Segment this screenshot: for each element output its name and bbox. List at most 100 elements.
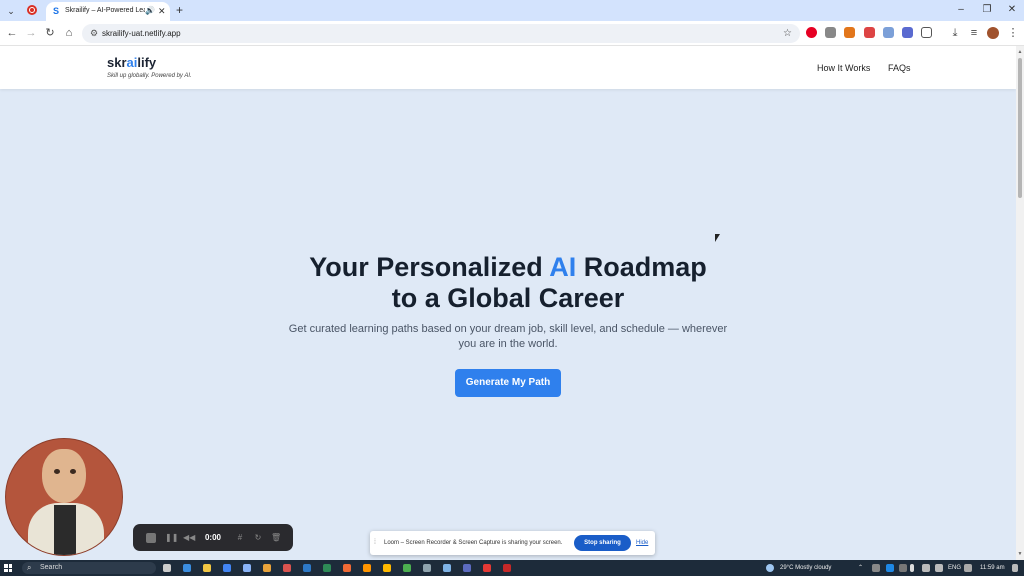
language-indicator[interactable]: ENG <box>948 563 961 573</box>
screen: ⌄ S Skrailify – AI-Powered Learn 🔊 ✕ + –… <box>0 0 1024 576</box>
site-logo[interactable]: skrailify <box>107 55 156 71</box>
pause-icon[interactable]: ❚❚ <box>165 531 178 544</box>
browser-tabstrip: ⌄ S Skrailify – AI-Powered Learn 🔊 ✕ + –… <box>0 0 1024 21</box>
tray-app-icon[interactable] <box>886 564 894 572</box>
site-tagline: Skill up globally. Powered by AI. <box>107 73 192 79</box>
profile-avatar[interactable] <box>987 27 999 39</box>
arrow-extension-icon[interactable] <box>883 27 894 38</box>
stop-sharing-button[interactable]: Stop sharing <box>574 535 631 551</box>
pdf-icon[interactable] <box>503 564 511 572</box>
minimize-icon[interactable]: – <box>953 3 969 17</box>
recording-indicator-icon[interactable] <box>27 5 37 15</box>
notification-icon[interactable] <box>1012 564 1018 572</box>
logo-text-ai: ai <box>126 55 138 70</box>
app-icon[interactable] <box>483 564 491 572</box>
stop-recording-icon[interactable] <box>146 533 156 543</box>
restore-icon[interactable]: ❐ <box>979 3 995 17</box>
hero-title: Your Personalized AI Roadmap to a Global… <box>200 252 816 314</box>
app-icon[interactable] <box>443 564 451 572</box>
loom-extension-icon[interactable] <box>902 27 913 38</box>
taskbar-search[interactable]: ⌕ Search <box>22 562 156 574</box>
scroll-down-icon[interactable]: ▼ <box>1016 550 1024 558</box>
nav-how-it-works[interactable]: How It Works <box>817 62 870 74</box>
webcam-person-eye <box>70 469 76 474</box>
close-window-icon[interactable]: ✕ <box>1004 3 1020 17</box>
webcam-bubble[interactable] <box>5 438 123 556</box>
rewind-icon[interactable]: ◀◀ <box>183 531 195 544</box>
app-icon[interactable] <box>383 564 391 572</box>
wifi-icon[interactable] <box>922 564 930 572</box>
tray-chevron-icon[interactable]: ⌃ <box>858 563 863 573</box>
edge-icon[interactable] <box>183 564 191 572</box>
scroll-up-icon[interactable]: ▲ <box>1016 48 1024 56</box>
site-info-icon[interactable]: ⚙ <box>90 27 98 40</box>
weather-icon[interactable] <box>766 564 774 572</box>
puzzle-extensions-icon[interactable] <box>921 27 932 38</box>
notepad-icon[interactable] <box>243 564 251 572</box>
tray-app-icon[interactable] <box>899 564 907 572</box>
loom-control-bar: ❚❚ ◀◀ 0:00 # ↻ 🗑 <box>133 524 293 551</box>
search-icon: ⌕ <box>27 563 32 572</box>
download-icon[interactable]: ⤓ <box>948 26 962 40</box>
file-explorer-icon[interactable] <box>203 564 211 572</box>
new-tab-icon[interactable]: + <box>176 3 183 17</box>
tab-search-icon[interactable]: ⌄ <box>4 4 18 18</box>
drag-handle-icon[interactable]: ⁞ <box>374 537 376 549</box>
speaker-tray-icon[interactable] <box>935 564 943 572</box>
browser-toolbar: ← → ↻ ⌂ ⚙ skrailify-uat.netlify.app ☆ ⤓ … <box>0 21 1024 46</box>
reading-list-icon[interactable]: ≡ <box>967 26 981 40</box>
brave-icon[interactable] <box>343 564 351 572</box>
mouse-cursor-icon <box>715 234 720 242</box>
windows-taskbar: ⌕ Search 29°C Mostly cloudy ⌃ ENG 11:59 … <box>0 560 1024 576</box>
app-icon[interactable] <box>463 564 471 572</box>
windows-start-icon[interactable] <box>4 564 12 572</box>
restart-icon[interactable]: ↻ <box>253 531 263 544</box>
hero-title-line2: to a Global Career <box>391 283 625 313</box>
more-menu-icon[interactable]: ⋮ <box>1006 26 1020 40</box>
recording-timer: 0:00 <box>204 533 221 542</box>
hero-subtitle: Get curated learning paths based on your… <box>288 323 728 350</box>
firefox-icon[interactable] <box>363 564 371 572</box>
back-icon[interactable]: ← <box>5 26 19 40</box>
clock[interactable]: 11:59 am <box>980 563 1005 573</box>
speaker-icon[interactable]: 🔊 <box>145 6 155 16</box>
task-view-icon[interactable] <box>163 564 171 572</box>
tab-skrailify[interactable]: S Skrailify – AI-Powered Learn 🔊 ✕ <box>46 2 170 21</box>
web-page: skrailify Skill up globally. Powered by … <box>0 46 1016 560</box>
badge-extension-icon[interactable] <box>864 27 875 38</box>
url-text: skrailify-uat.netlify.app <box>102 29 181 38</box>
address-bar[interactable]: ⚙ skrailify-uat.netlify.app ☆ <box>82 24 800 43</box>
close-tab-icon[interactable]: ✕ <box>158 5 166 17</box>
camera-extension-icon[interactable] <box>825 27 836 38</box>
webcam-person-head <box>42 449 86 503</box>
app-icon[interactable] <box>283 564 291 572</box>
hide-share-bar-link[interactable]: Hide <box>636 538 648 548</box>
nav-faqs[interactable]: FAQs <box>888 62 911 74</box>
chrome-icon[interactable] <box>223 564 231 572</box>
favicon-icon: S <box>53 6 60 16</box>
metamask-extension-icon[interactable] <box>844 27 855 38</box>
trash-icon[interactable]: 🗑 <box>271 531 281 544</box>
folder-icon[interactable] <box>263 564 271 572</box>
reload-icon[interactable]: ↻ <box>43 26 57 40</box>
webcam-person-shirt <box>54 505 76 555</box>
hero-title-accent: AI <box>549 252 577 282</box>
scroll-thumb[interactable] <box>1018 58 1022 198</box>
excel-icon[interactable] <box>323 564 331 572</box>
battery-icon[interactable] <box>964 564 972 572</box>
bookmark-star-icon[interactable]: ☆ <box>783 27 792 40</box>
forward-icon[interactable]: → <box>24 26 38 40</box>
weather-text[interactable]: 29°C Mostly cloudy <box>780 563 831 573</box>
page-scrollbar[interactable]: ▲ ▼ <box>1016 46 1024 560</box>
microphone-icon[interactable] <box>910 564 914 572</box>
share-message: Loom – Screen Recorder & Screen Capture … <box>384 540 563 546</box>
pinterest-extension-icon[interactable] <box>806 27 817 38</box>
vscode-icon[interactable] <box>303 564 311 572</box>
grid-icon[interactable]: # <box>235 531 245 544</box>
app-icon[interactable] <box>403 564 411 572</box>
app-icon[interactable] <box>423 564 431 572</box>
generate-path-button[interactable]: Generate My Path <box>455 369 561 397</box>
tray-app-icon[interactable] <box>872 564 880 572</box>
home-icon[interactable]: ⌂ <box>62 26 76 40</box>
webcam-person-eye <box>54 469 60 474</box>
